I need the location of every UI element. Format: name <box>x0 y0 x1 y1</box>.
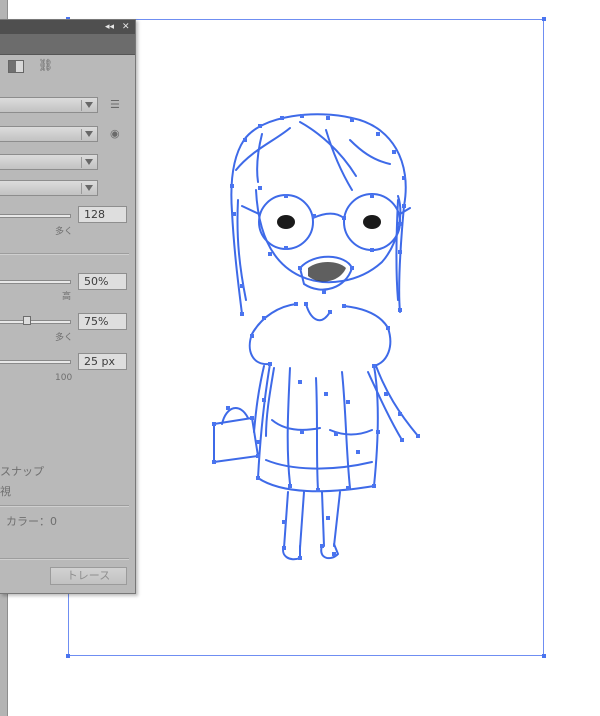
legs <box>283 491 341 549</box>
threshold-value-field[interactable]: 128 <box>78 206 127 223</box>
section-divider-3 <box>0 558 129 560</box>
neck <box>305 303 331 322</box>
shoes <box>282 543 339 561</box>
preset-dropdown[interactable] <box>0 97 98 113</box>
list-icon[interactable]: ☰ <box>110 99 120 111</box>
pupil-right <box>363 215 381 229</box>
view-label: 視 <box>0 485 11 498</box>
panel-tab-strip <box>0 34 135 55</box>
view-dropdown[interactable] <box>0 126 98 142</box>
paths-slider-track[interactable] <box>0 280 71 284</box>
trace-button[interactable]: トレース <box>50 567 127 585</box>
image-trace-panel: ◂◂ ✕ ⛓ ☰ ◉ 128 多く 50% 高 75% 多く 25 px 100… <box>0 19 136 594</box>
split-view-icon[interactable] <box>8 60 24 73</box>
corners-caption: 多く <box>55 333 74 343</box>
link-icon[interactable]: ⛓ <box>38 58 53 72</box>
paths-value-field[interactable]: 50% <box>78 273 127 290</box>
paths-caption: 高 <box>62 292 72 302</box>
close-panel-icon[interactable]: ✕ <box>122 21 130 33</box>
panel-titlebar[interactable]: ◂◂ ✕ <box>0 20 135 34</box>
mode-dropdown[interactable] <box>0 154 98 170</box>
palette-dropdown[interactable] <box>0 180 98 196</box>
eye-icon[interactable]: ◉ <box>110 128 120 140</box>
threshold-caption: 多く <box>55 227 74 237</box>
corners-slider-thumb[interactable] <box>23 316 31 325</box>
corners-slider-track[interactable] <box>0 320 71 324</box>
collapse-panel-icon[interactable]: ◂◂ <box>105 21 114 33</box>
snap-label[interactable]: スナップ <box>0 466 44 478</box>
section-divider <box>0 253 129 255</box>
anchor-points <box>212 114 420 560</box>
glasses-bridge <box>241 205 411 219</box>
corners-value-field[interactable]: 75% <box>78 313 127 330</box>
noise-slider-track[interactable] <box>0 360 71 364</box>
color-count-label: カラー：0 <box>6 515 57 528</box>
section-divider-2 <box>0 505 129 507</box>
dress-folds <box>265 367 373 491</box>
mouth-fill <box>308 262 346 282</box>
pupil-left <box>277 215 295 229</box>
threshold-slider-track[interactable] <box>0 214 71 218</box>
noise-caption: 100 <box>55 373 73 383</box>
noise-value-field[interactable]: 25 px <box>78 353 127 370</box>
